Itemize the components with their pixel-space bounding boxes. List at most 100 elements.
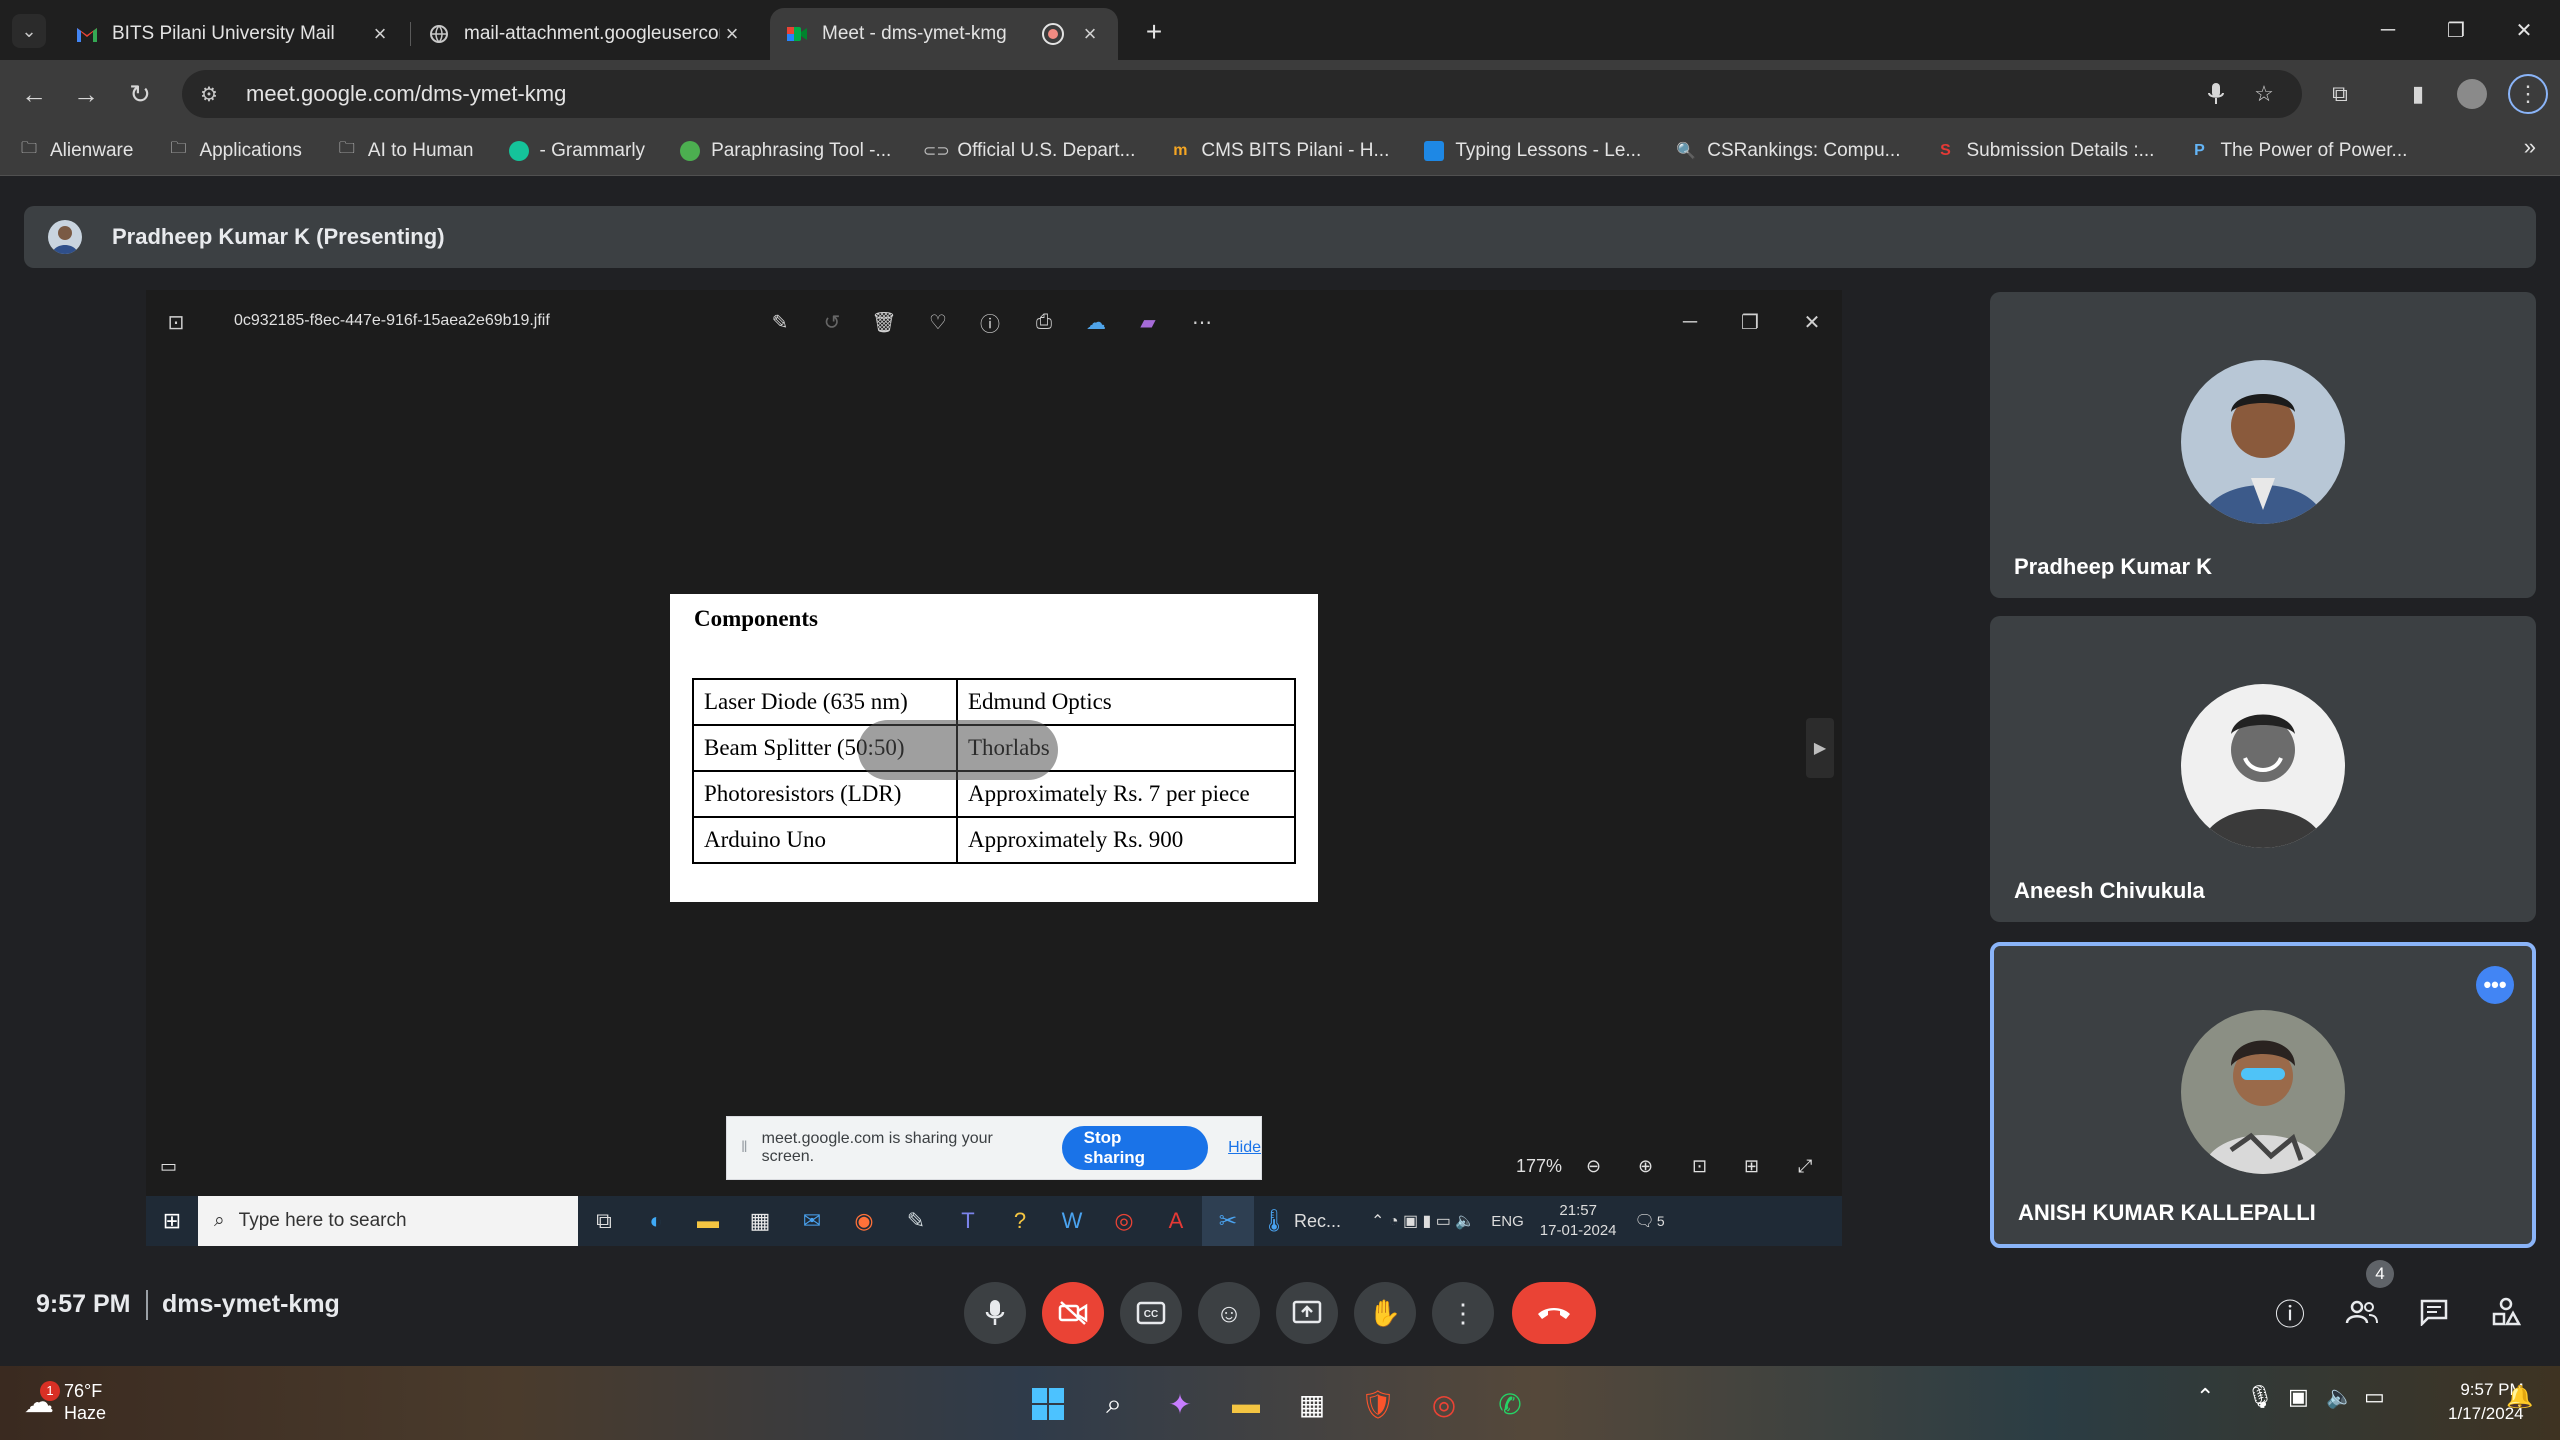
new-tab-button[interactable]: + — [1136, 14, 1172, 50]
brave-icon[interactable]: 🛡 — [1354, 1380, 1402, 1428]
tab-search-button[interactable]: ⌄ — [12, 14, 46, 48]
back-icon[interactable]: ← — [14, 74, 54, 114]
power-icon: P — [2194, 141, 2205, 159]
bookmark-ai-to-human[interactable]: 🗀 AI to Human — [336, 140, 474, 162]
weather-widget[interactable]: ☁ 1 76°F Haze — [24, 1380, 106, 1424]
people-icon[interactable] — [2334, 1284, 2390, 1340]
profile-avatar[interactable] — [2452, 74, 2492, 114]
bookmark-csrankings[interactable]: 🔍 CSRankings: Compu... — [1675, 140, 1900, 162]
windows-start-icon[interactable] — [1024, 1380, 1072, 1428]
bookmark-power[interactable]: P The Power of Power... — [2188, 140, 2407, 162]
close-tab-icon[interactable]: × — [368, 21, 392, 46]
whatsapp-icon[interactable]: ✆ — [1486, 1380, 1534, 1428]
help-icon: ? — [1013, 1208, 1027, 1233]
side-panel-icon[interactable]: ▮ — [2398, 74, 2438, 114]
notifications-icon[interactable]: 🔔 — [2506, 1384, 2533, 1410]
participant-tile-self[interactable]: ••• ANISH KUMAR KALLEPALLI — [1990, 942, 2536, 1248]
network-icon[interactable]: ▣ — [2288, 1384, 2309, 1410]
teams-icon: T — [961, 1208, 975, 1233]
store-icon[interactable]: ▦ — [1288, 1380, 1336, 1428]
chrome-menu-icon[interactable]: ⋮ — [2508, 74, 2548, 114]
notepad-icon: ✎ — [906, 1208, 926, 1233]
activities-icon[interactable] — [2478, 1284, 2534, 1340]
rotate-icon: ↺ — [823, 311, 841, 334]
battery-icon[interactable]: ▭ — [2364, 1384, 2385, 1410]
restore-icon[interactable]: ❐ — [2428, 10, 2484, 50]
more-options-button[interactable]: ⋮ — [1432, 1282, 1494, 1344]
stop-sharing-button[interactable]: Stop sharing — [1061, 1126, 1209, 1170]
reload-icon[interactable]: ↻ — [120, 74, 160, 114]
close-tab-icon[interactable]: × — [1078, 21, 1102, 46]
edit-icon: ✎ — [771, 311, 789, 334]
globe-icon — [428, 23, 450, 45]
overlay-controls — [858, 720, 1058, 780]
file-explorer-icon[interactable]: ▬ — [1222, 1380, 1270, 1428]
meet-icon — [786, 23, 808, 45]
url-text: meet.google.com/dms-ymet-kmg — [246, 81, 567, 106]
site-info-icon[interactable]: ⚙ — [200, 82, 230, 107]
tab-gmail[interactable]: BITS Pilani University Mail × — [60, 8, 408, 60]
people-count-badge: 4 — [2366, 1260, 2394, 1288]
table-cell: Approximately Rs. 900 — [956, 816, 1296, 864]
forward-icon[interactable]: → — [66, 74, 106, 114]
windows-start-icon: ⊞ — [162, 1208, 182, 1233]
microphone-tray-icon[interactable]: 🎙 — [2246, 1384, 2274, 1410]
show-hidden-icons[interactable]: ⌃ — [2196, 1384, 2214, 1410]
participant-name: Pradheep Kumar K — [2014, 554, 2213, 579]
bookmark-applications[interactable]: 🗀 Applications — [167, 140, 301, 162]
tab-meet[interactable]: Meet - dms-ymet-kmg × — [770, 8, 1118, 60]
microphone-icon[interactable] — [2196, 74, 2236, 114]
hide-banner-link[interactable]: Hide — [1228, 1139, 1261, 1157]
raise-hand-button[interactable]: ✋ — [1354, 1282, 1416, 1344]
close-window-icon[interactable]: ✕ — [2496, 10, 2552, 50]
chrome-icon: ◎ — [1114, 1208, 1134, 1233]
delete-icon: 🗑 — [871, 311, 897, 334]
copilot-icon[interactable]: ✦ — [1156, 1380, 1204, 1428]
participant-tile[interactable]: Aneesh Chivukula — [1990, 616, 2536, 922]
drag-handle-icon[interactable]: ‖ — [741, 1139, 748, 1157]
notification-icon: 🗨 — [1634, 1213, 1655, 1230]
emoji-button[interactable]: ☺ — [1198, 1282, 1260, 1344]
bookmark-alienware[interactable]: 🗀 Alienware — [18, 140, 133, 162]
close-tab-icon[interactable]: × — [720, 21, 744, 46]
minimize-icon[interactable]: ─ — [2360, 10, 2416, 50]
tab-title: BITS Pilani University Mail — [112, 23, 335, 44]
address-bar[interactable]: ⚙ meet.google.com/dms-ymet-kmg — [182, 70, 2302, 118]
remote-time: 21:57 — [1559, 1202, 1597, 1219]
chrome-icon[interactable]: ◎ — [1420, 1380, 1468, 1428]
bookmark-cms-bits[interactable]: m CMS BITS Pilani - H... — [1169, 140, 1389, 162]
tab-attachment[interactable]: mail-attachment.googleusercon × — [412, 8, 760, 60]
avatar — [2181, 360, 2345, 524]
camera-off-button[interactable] — [1042, 1282, 1104, 1344]
table-cell: Edmund Optics — [956, 678, 1296, 726]
bookmark-star-icon[interactable]: ☆ — [2244, 74, 2284, 114]
more-icon: ⋯ — [1192, 311, 1212, 334]
grammarly-icon — [508, 140, 530, 162]
remote-date: 17-01-2024 — [1539, 1222, 1617, 1239]
captions-button[interactable]: CC — [1120, 1282, 1182, 1344]
store-icon: ▦ — [749, 1208, 771, 1233]
participant-name: ANISH KUMAR KALLEPALLI — [2018, 1200, 2316, 1225]
bookmark-us-department[interactable]: ⊂⊃ Official U.S. Depart... — [923, 140, 1136, 162]
meeting-time: 9:57 PM — [36, 1290, 131, 1318]
volume-icon[interactable]: 🔈 — [2326, 1384, 2353, 1410]
extensions-icon[interactable]: ⧉ — [2320, 74, 2360, 114]
bookmark-grammarly[interactable]: - Grammarly — [508, 139, 646, 162]
thermometer-icon: 🌡 — [1260, 1208, 1288, 1233]
present-button[interactable] — [1276, 1282, 1338, 1344]
participant-tile[interactable]: Pradheep Kumar K — [1990, 292, 2536, 598]
meeting-info-icon[interactable]: ⓘ — [2262, 1284, 2318, 1340]
bookmark-label: - Grammarly — [539, 139, 646, 161]
chat-icon[interactable] — [2406, 1284, 2462, 1340]
mic-button[interactable] — [964, 1282, 1026, 1344]
bookmark-submission[interactable]: S Submission Details :... — [1934, 140, 2154, 162]
bookmarks-overflow-icon[interactable]: » — [2524, 134, 2536, 160]
bookmark-label: AI to Human — [367, 139, 474, 161]
leave-call-button[interactable] — [1512, 1282, 1596, 1344]
bookmark-typing[interactable]: Typing Lessons - Le... — [1423, 140, 1641, 162]
bookmark-paraphrasing[interactable]: Paraphrasing Tool -... — [679, 140, 891, 162]
search-icon[interactable]: ⌕ — [1090, 1380, 1138, 1428]
onedrive-icon: ☁ — [1086, 311, 1106, 334]
presenter-avatar — [48, 220, 82, 254]
more-options-icon[interactable]: ••• — [2476, 966, 2514, 1004]
